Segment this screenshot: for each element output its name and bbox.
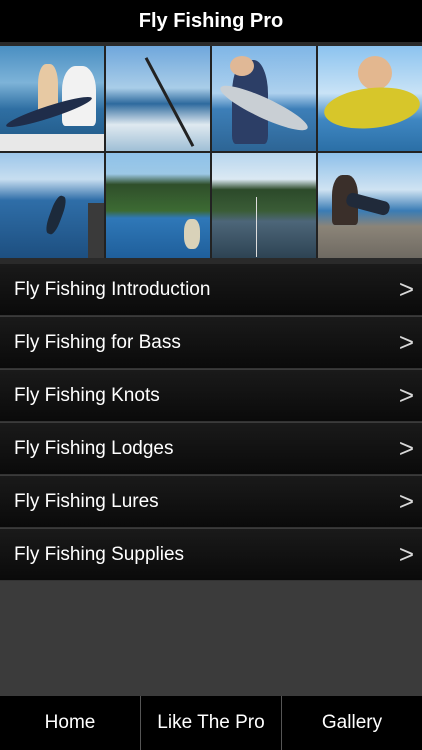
menu-item-label: Fly Fishing Lodges — [14, 437, 174, 459]
river-casting-photo[interactable] — [212, 153, 316, 258]
tab-gallery[interactable]: Gallery — [282, 696, 422, 750]
chevron-right-icon: > — [398, 274, 414, 304]
menu-item-knots[interactable]: Fly Fishing Knots > — [0, 370, 422, 422]
chevron-right-icon: > — [398, 380, 414, 410]
mahi-mahi-photo[interactable] — [318, 46, 422, 151]
menu-item-lures[interactable]: Fly Fishing Lures > — [0, 476, 422, 528]
menu-item-bass[interactable]: Fly Fishing for Bass > — [0, 317, 422, 369]
title-bar: Fly Fishing Pro — [0, 0, 422, 42]
marlin-jump-photo[interactable] — [0, 153, 104, 258]
rock-shore-photo[interactable] — [318, 153, 422, 258]
menu-item-label: Fly Fishing Knots — [14, 384, 160, 406]
sailfish-catch-photo[interactable] — [0, 46, 104, 151]
menu-item-label: Fly Fishing Introduction — [14, 278, 211, 300]
chevron-right-icon: > — [398, 539, 414, 569]
chevron-right-icon: > — [398, 327, 414, 357]
chevron-right-icon: > — [398, 486, 414, 516]
tab-bar: Home Like The Pro Gallery — [0, 696, 422, 750]
menu-item-supplies[interactable]: Fly Fishing Supplies > — [0, 529, 422, 581]
striped-bass-photo[interactable] — [212, 46, 316, 151]
menu-item-lodges[interactable]: Fly Fishing Lodges > — [0, 423, 422, 475]
menu-item-label: Fly Fishing Supplies — [14, 543, 185, 565]
menu-item-introduction[interactable]: Fly Fishing Introduction > — [0, 264, 422, 316]
topic-menu: Fly Fishing Introduction > Fly Fishing f… — [0, 264, 422, 582]
photo-gallery — [0, 46, 422, 258]
menu-item-label: Fly Fishing Lures — [14, 490, 159, 512]
boat-wake-rod-photo[interactable] — [106, 46, 210, 151]
app-title: Fly Fishing Pro — [138, 9, 284, 32]
menu-item-label: Fly Fishing for Bass — [14, 331, 181, 353]
chevron-right-icon: > — [398, 433, 414, 463]
tab-home[interactable]: Home — [0, 696, 141, 750]
lake-wading-photo[interactable] — [106, 153, 210, 258]
tab-like-the-pro[interactable]: Like The Pro — [141, 696, 282, 750]
